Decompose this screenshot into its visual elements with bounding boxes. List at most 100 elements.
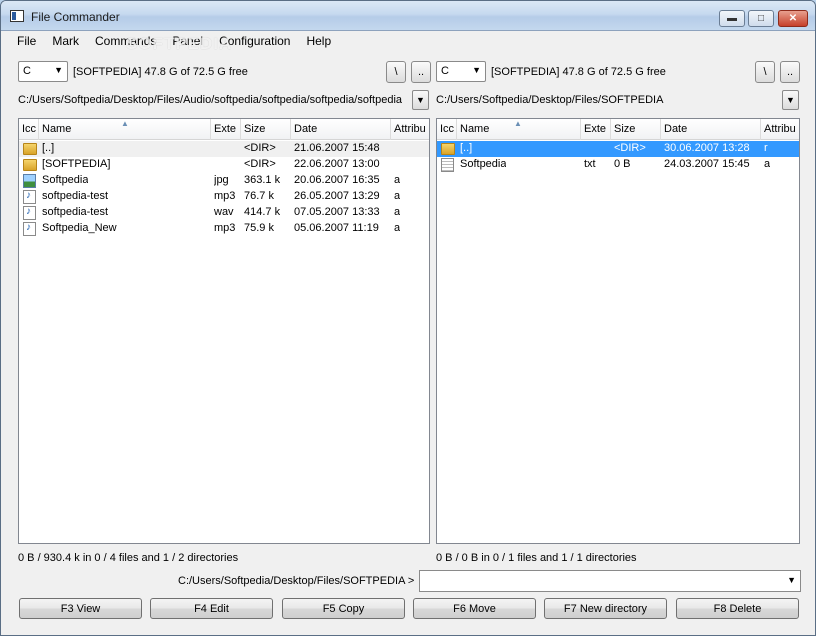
left-root-button[interactable]: \ [386,61,406,83]
table-row[interactable]: Softpedia_New mp3 75.9 k 05.06.2007 11:19 a [19,221,429,237]
file-date: 22.06.2007 13:00 [294,158,380,170]
file-name: [..] [42,142,55,154]
music-icon [23,222,36,236]
column-icon[interactable]: Icc [19,119,39,140]
sort-up-icon: ▲ [121,119,129,128]
left-free-space: [SOFTPEDIA] 47.8 G of 72.5 G free [73,66,248,78]
right-status: 0 B / 0 B in 0 / 1 files and 1 / 1 direc… [436,552,637,564]
right-path: C:/Users/Softpedia/Desktop/Files/SOFTPED… [436,94,664,106]
column-attributes[interactable]: Attribu [761,119,801,140]
file-attributes: a [394,206,401,218]
table-row[interactable]: softpedia-test wav 414.7 k 07.05.2007 13:33… [19,205,429,221]
file-size: <DIR> [244,142,276,154]
menu-file[interactable]: File [9,34,44,48]
column-size[interactable]: Size [611,119,661,140]
file-size: <DIR> [614,142,646,154]
command-input[interactable]: ▼ [419,570,801,592]
file-size: <DIR> [244,158,276,170]
column-name[interactable]: Name ▲ [39,119,211,140]
file-extension: txt [584,158,596,170]
f8-delete-button[interactable]: F8 Delete [676,598,799,619]
column-name[interactable]: Name ▲ [457,119,581,140]
right-free-space: [SOFTPEDIA] 47.8 G of 72.5 G free [491,66,666,78]
f5-copy-button[interactable]: F5 Copy [282,598,405,619]
music-icon [23,190,36,204]
column-attributes[interactable]: Attribu [391,119,431,140]
close-button[interactable]: ✕ [778,10,808,27]
table-row[interactable]: [SOFTPEDIA] <DIR> 22.06.2007 13:00 [19,157,429,173]
file-date: 05.06.2007 11:19 [294,222,379,234]
file-date: 21.06.2007 15:48 [294,142,380,154]
file-size: 76.7 k [244,190,274,202]
chevron-down-icon: ▼ [787,575,796,585]
file-attributes: a [394,174,401,186]
chevron-down-icon: ▼ [472,65,481,75]
music-icon [23,206,36,220]
image-icon [23,174,36,188]
left-path-history-button[interactable]: ▼ [412,90,429,110]
column-extension[interactable]: Exte [211,119,241,140]
right-drive-select[interactable]: C ▼ [436,61,486,82]
file-name: [SOFTPEDIA] [42,158,111,170]
file-attributes: a [764,158,771,170]
maximize-button[interactable]: □ [748,10,774,27]
minimize-button[interactable]: ▬ [719,10,745,27]
column-date[interactable]: Date [291,119,391,140]
left-list-header: Icc Name ▲ Exte Size Date Attribu [19,119,429,140]
column-extension[interactable]: Exte [581,119,611,140]
menu-bar: File Mark Commands Panel Configuration H… [1,31,815,51]
f4-edit-button[interactable]: F4 Edit [150,598,273,619]
column-name-label: Name [42,123,72,135]
menu-mark[interactable]: Mark [44,34,87,48]
right-up-button[interactable]: .. [780,61,800,83]
file-name: softpedia-test [42,190,109,202]
file-extension: wav [214,206,234,218]
title-bar[interactable]: File Commander ▬ □ ✕ [1,1,815,31]
left-status: 0 B / 930.4 k in 0 / 4 files and 1 / 2 d… [18,552,239,564]
table-row[interactable]: softpedia-test mp3 76.7 k 26.05.2007 13:29 a [19,189,429,205]
window-title: File Commander [31,10,120,24]
app-icon [10,10,24,22]
right-file-list[interactable]: Icc Name ▲ Exte Size Date Attribu [..] <DI… [436,118,800,544]
left-file-list[interactable]: Icc Name ▲ Exte Size Date Attribu [..] <DI… [18,118,430,544]
maximize-icon: □ [757,13,765,24]
column-name-label: Name [460,123,490,135]
table-row[interactable]: Softpedia jpg 363.1 k 20.06.2007 16:35 a [19,173,429,189]
command-prompt: C:/Users/Softpedia/Desktop/Files/SOFTPED… [178,575,415,587]
file-date: 26.05.2007 13:29 [294,190,380,202]
left-drive-value: C [23,65,31,77]
watermark: SOFTPEDIA [126,34,233,53]
file-date: 07.05.2007 13:33 [294,206,380,218]
close-icon: ✕ [788,13,798,24]
right-path-history-button[interactable]: ▼ [782,90,799,110]
left-drive-select[interactable]: C ▼ [18,61,68,82]
file-size: 75.9 k [244,222,274,234]
file-size: 363.1 k [244,174,281,186]
file-date: 30.06.2007 13:28 [664,142,750,154]
right-root-button[interactable]: \ [755,61,775,83]
file-commander-window: File Commander ▬ □ ✕ File Mark Commands … [0,0,816,636]
file-extension: mp3 [214,222,236,234]
menu-help[interactable]: Help [298,34,339,48]
f6-move-button[interactable]: F6 Move [413,598,536,619]
f3-view-button[interactable]: F3 View [19,598,142,619]
file-name: Softpedia [42,174,89,186]
left-up-button[interactable]: .. [411,61,431,83]
table-row[interactable]: [..] <DIR> 21.06.2007 15:48 [19,141,429,157]
f7-new-directory-button[interactable]: F7 New directory [544,598,667,619]
column-size[interactable]: Size [241,119,291,140]
file-name: [..] [460,142,473,154]
table-row[interactable]: Softpedia txt 0 B 24.03.2007 15:45 a [437,157,799,173]
folder-icon [23,143,37,155]
right-drive-value: C [441,65,449,77]
sort-up-icon: ▲ [514,119,522,128]
column-icon[interactable]: Icc [437,119,457,140]
file-extension: mp3 [214,190,236,202]
chevron-down-icon: ▼ [786,95,795,105]
left-path: C:/Users/Softpedia/Desktop/Files/Audio/s… [18,94,403,106]
minimize-icon: ▬ [727,13,737,24]
table-row[interactable]: [..] <DIR> 30.06.2007 13:28 r [437,141,799,157]
chevron-down-icon: ▼ [54,65,63,75]
doc-icon [441,158,454,172]
column-date[interactable]: Date [661,119,761,140]
